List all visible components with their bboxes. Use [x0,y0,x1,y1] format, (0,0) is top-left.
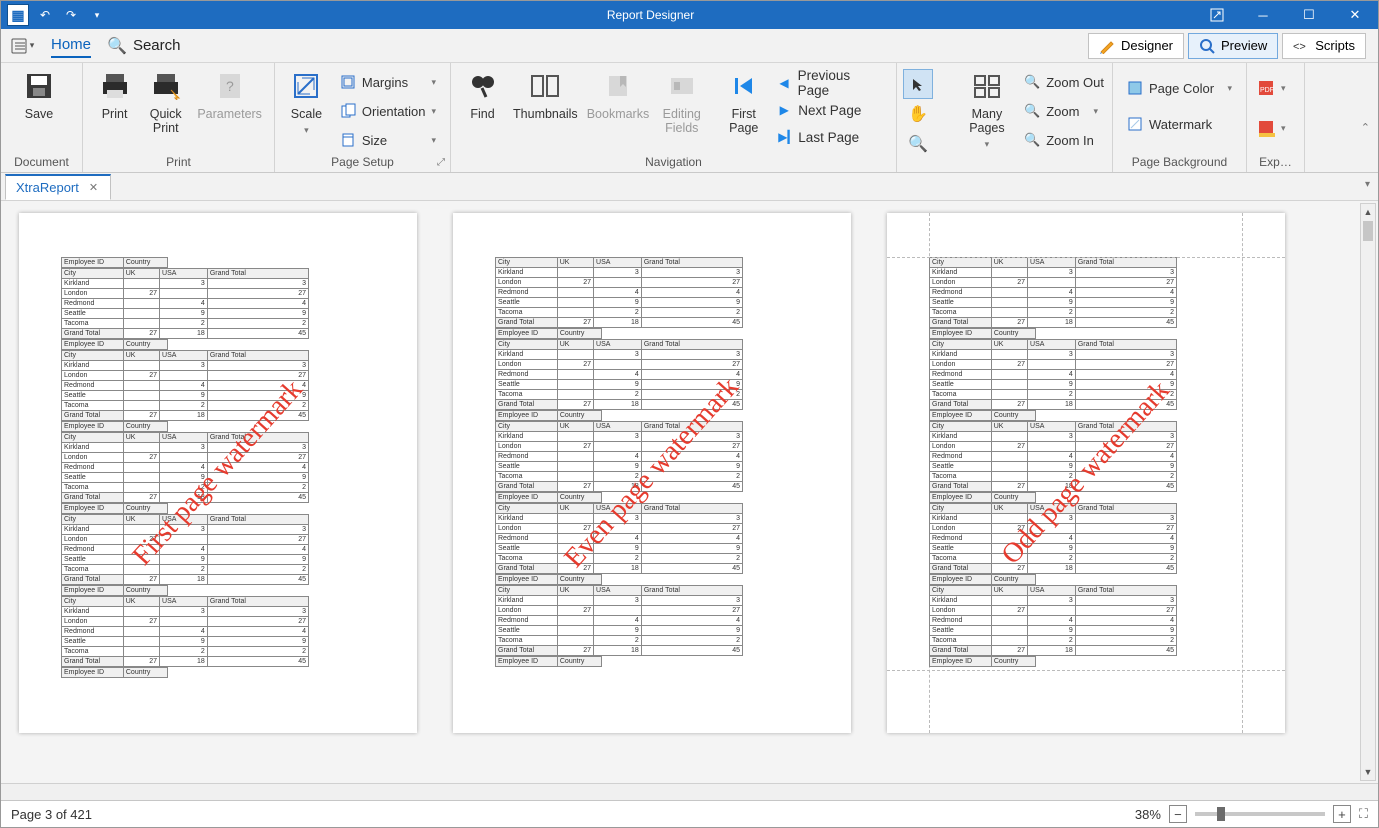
minimize-button[interactable]: ─ [1240,1,1286,29]
page-2: Even page watermark CityUKUSAGrand Total… [453,213,851,733]
vertical-scrollbar[interactable]: ▲ ▼ [1360,203,1376,781]
zoom-out-button[interactable]: 🔍Zoom Out [1016,69,1106,95]
close-button[interactable]: ✕ [1332,1,1378,29]
qat-redo[interactable]: ↷ [61,5,81,25]
watermark-button[interactable]: Watermark [1119,111,1240,137]
bookmarks-button[interactable]: Bookmarks [583,65,654,153]
qat-customize[interactable]: ▾ [87,5,107,25]
svg-text:PDF: PDF [1260,87,1274,94]
zoom-slider[interactable] [1195,812,1325,816]
maximize-button[interactable]: ☐ [1286,1,1332,29]
scale-button[interactable]: Scale ▾ [281,65,332,153]
next-page-button[interactable]: ▶Next Page [768,98,890,122]
zoom-level: 38% [1135,807,1161,822]
window-title: Report Designer [107,8,1194,22]
tab-options[interactable]: ▾ [1365,179,1370,190]
file-menu[interactable]: ▾ [9,34,35,58]
search-icon: 🔍 [107,36,127,56]
view-designer[interactable]: Designer [1088,33,1184,59]
qat-undo[interactable]: ↶ [35,5,55,25]
save-button[interactable]: Save [7,65,71,153]
svg-text:?: ? [226,78,234,94]
page-1: First page watermark Employee IDCountryC… [19,213,417,733]
zoom-in-status[interactable]: + [1333,805,1351,823]
previous-page-button[interactable]: ◀Previous Page [768,71,890,95]
preview-workspace[interactable]: First page watermark Employee IDCountryC… [1,201,1378,783]
parameters-button[interactable]: ? Parameters [191,65,268,153]
zoom-button[interactable]: 🔍Zoom▾ [1016,98,1106,124]
editing-fields-button[interactable]: Editing Fields [653,65,710,153]
export-to-button[interactable]: PDF▾ [1253,75,1290,101]
page-setup-dialog-launcher[interactable]: ⤢ [437,157,445,168]
page-color-button[interactable]: Page Color▾ [1119,75,1240,101]
view-scripts[interactable]: <> Scripts [1282,33,1366,59]
orientation-button[interactable]: Orientation▾ [332,98,444,124]
ribbon-display-options[interactable] [1194,1,1240,29]
last-page-button[interactable]: ▶▎Last Page [768,125,890,149]
margins-button[interactable]: Margins▾ [332,69,444,95]
tab-search[interactable]: Search [133,34,181,57]
close-tab-icon[interactable]: ✕ [89,181,98,194]
many-pages-button[interactable]: Many Pages ▾ [958,65,1016,153]
page-3: Odd page watermark CityUKUSAGrand TotalK… [887,213,1285,733]
first-page-button[interactable]: First Page [719,65,768,153]
horizontal-scrollbar[interactable] [1,783,1378,800]
svg-text:<>: <> [1293,41,1306,53]
send-button[interactable]: ▾ [1253,115,1290,141]
size-button[interactable]: Size▾ [332,127,444,153]
page-status: Page 3 of 421 [11,807,92,822]
zoom-in-button[interactable]: 🔍Zoom In [1016,127,1106,153]
thumbnails-button[interactable]: Thumbnails [508,65,583,153]
tab-home[interactable]: Home [51,33,91,58]
print-button[interactable]: Print [89,65,140,153]
collapse-ribbon[interactable]: ⌃ [1361,121,1370,134]
magnifier-tool[interactable]: 🔍 [903,129,933,159]
hand-tool[interactable]: ✋ [903,99,933,129]
zoom-out-status[interactable]: − [1169,805,1187,823]
document-tab[interactable]: XtraReport ✕ [5,174,111,200]
app-icon: ▦ [7,4,29,26]
pointer-tool[interactable] [903,69,933,99]
zoom-reset-icon[interactable]: ⛶ [1359,806,1368,822]
view-preview[interactable]: Preview [1188,33,1278,59]
find-button[interactable]: Find [457,65,508,153]
quick-print-button[interactable]: Quick Print [140,65,191,153]
